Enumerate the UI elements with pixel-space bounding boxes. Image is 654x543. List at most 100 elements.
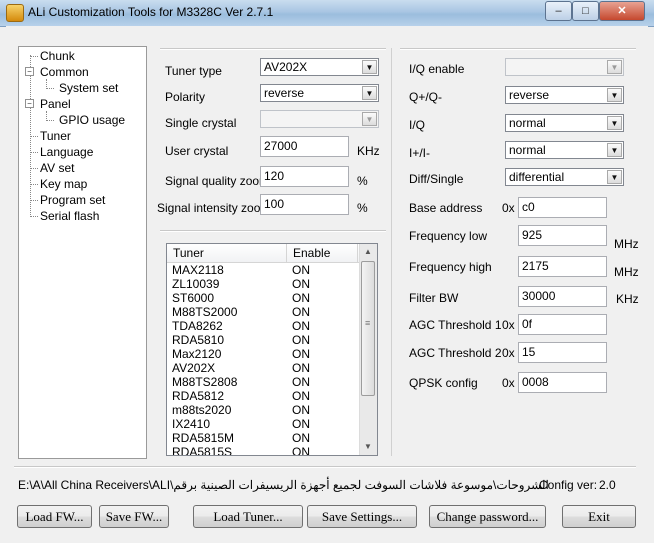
collapse-icon[interactable]: − [25, 67, 34, 76]
collapse-icon[interactable]: − [25, 99, 34, 108]
diff-single-value: differential [509, 170, 565, 184]
tree-item-tuner[interactable]: Tuner [40, 129, 71, 143]
filter-bw-input[interactable]: 30000 [518, 286, 607, 307]
tuner-name-cell: MAX2118 [172, 263, 224, 277]
table-row[interactable]: RDA5815S ON [167, 445, 362, 456]
tree-item-common[interactable]: Common [40, 65, 89, 79]
tuner-enable-cell: ON [292, 319, 310, 333]
config-version-label: Config ver: [539, 478, 598, 492]
tree-item-panel[interactable]: Panel [40, 97, 71, 111]
tuner-enable-cell: ON [292, 333, 310, 347]
i-plus-minus-select[interactable]: normal ▼ [505, 141, 624, 159]
tuner-name-cell: AV202X [172, 361, 216, 375]
close-button[interactable]: ✕ [599, 1, 645, 21]
table-row[interactable]: m88ts2020 ON [167, 403, 362, 417]
tree-item-system-set[interactable]: System set [59, 81, 118, 95]
tree-item-serial-flash[interactable]: Serial flash [40, 209, 99, 223]
frequency-low-input[interactable]: 925 [518, 225, 607, 246]
tree-item-gpio-usage[interactable]: GPIO usage [59, 113, 125, 127]
frequency-low-label: Frequency low [409, 229, 488, 243]
agc-threshold-2-input[interactable]: 15 [518, 342, 607, 363]
i-plus-minus-value: normal [509, 143, 546, 157]
table-row[interactable]: RDA5812 ON [167, 389, 362, 403]
table-row[interactable]: ZL10039 ON [167, 277, 362, 291]
change-password-button[interactable]: Change password... [429, 505, 546, 528]
filter-bw-unit: KHz [616, 292, 639, 306]
table-row[interactable]: ST6000 ON [167, 291, 362, 305]
frequency-high-input[interactable]: 2175 [518, 256, 607, 277]
minimize-button[interactable]: – [545, 1, 572, 21]
dropdown-arrow-icon[interactable]: ▼ [607, 170, 622, 184]
dropdown-arrow-icon[interactable]: ▼ [362, 60, 377, 74]
tuner-enable-cell: ON [292, 375, 310, 389]
tuner-list[interactable]: Tuner Enable MAX2118 ON ZL10039 ON ST6000 ON M… [166, 243, 378, 456]
column-header-tuner[interactable]: Tuner [173, 246, 204, 260]
tree-item-chunk[interactable]: Chunk [40, 49, 75, 63]
tuner-name-cell: M88TS2000 [172, 305, 238, 319]
iq-enable-label: I/Q enable [409, 62, 465, 76]
tree-item-key-map[interactable]: Key map [40, 177, 87, 191]
signal-intensity-zoom-label: Signal intensity zoom [157, 201, 271, 215]
settings-tree[interactable]: Chunk − Common System set − Panel GPIO u… [18, 46, 147, 459]
table-row[interactable]: Max2120 ON [167, 347, 362, 361]
q-plus-minus-select[interactable]: reverse ▼ [505, 86, 624, 104]
agc-threshold-1-input[interactable]: 0f [518, 314, 607, 335]
diff-single-select[interactable]: differential ▼ [505, 168, 624, 186]
user-crystal-input[interactable]: 27000 [260, 136, 349, 157]
maximize-button[interactable]: □ [572, 1, 599, 21]
polarity-select[interactable]: reverse ▼ [260, 84, 379, 102]
agc-threshold-1-prefix: 0x [502, 318, 515, 332]
tuner-enable-cell: ON [292, 431, 310, 445]
dropdown-arrow-icon[interactable]: ▼ [607, 88, 622, 102]
load-tuner-button[interactable]: Load Tuner... [193, 505, 303, 528]
signal-quality-zoom-input[interactable]: 120 [260, 166, 349, 187]
table-row[interactable]: MAX2118 ON [167, 263, 362, 277]
tuner-name-cell: RDA5815S [172, 445, 233, 456]
base-address-input[interactable]: c0 [518, 197, 607, 218]
tuner-name-cell: m88ts2020 [172, 403, 232, 417]
user-crystal-unit: KHz [357, 144, 380, 158]
tuner-name-cell: ST6000 [172, 291, 215, 305]
iq-select[interactable]: normal ▼ [505, 114, 624, 132]
scroll-up-icon[interactable]: ▲ [360, 244, 376, 260]
frequency-high-label: Frequency high [409, 260, 492, 274]
list-header: Tuner Enable [167, 244, 362, 263]
iq-enable-select: ▼ [505, 58, 624, 76]
tree-item-program-set[interactable]: Program set [40, 193, 105, 207]
dropdown-arrow-icon[interactable]: ▼ [607, 116, 622, 130]
title-bar[interactable]: ALi Customization Tools for M3328C Ver 2… [0, 0, 654, 27]
dropdown-arrow-icon[interactable]: ▼ [362, 86, 377, 100]
tree-item-language[interactable]: Language [40, 145, 93, 159]
dropdown-arrow-icon[interactable]: ▼ [607, 143, 622, 157]
qpsk-config-input[interactable]: 0008 [518, 372, 607, 393]
table-row[interactable]: IX2410 ON [167, 417, 362, 431]
tree-item-av-set[interactable]: AV set [40, 161, 74, 175]
table-row[interactable]: TDA8262 ON [167, 319, 362, 333]
firmware-path: E:\A\All China Receivers\ALI\الشروحات\مو… [18, 478, 549, 492]
load-fw-button[interactable]: Load FW... [17, 505, 92, 528]
tuner-name-cell: RDA5812 [172, 389, 225, 403]
scroll-thumb[interactable]: ≡ [361, 261, 375, 396]
tuner-enable-cell: ON [292, 445, 310, 456]
table-row[interactable]: RDA5815M ON [167, 431, 362, 445]
diff-single-label: Diff/Single [409, 172, 464, 186]
table-row[interactable]: M88TS2000 ON [167, 305, 362, 319]
tuner-name-cell: Max2120 [172, 347, 222, 361]
exit-button[interactable]: Exit [562, 505, 636, 528]
save-fw-button[interactable]: Save FW... [99, 505, 169, 528]
tuner-enable-cell: ON [292, 291, 310, 305]
table-row[interactable]: RDA5810 ON [167, 333, 362, 347]
signal-intensity-zoom-input[interactable]: 100 [260, 194, 349, 215]
vertical-scrollbar[interactable]: ▲ ≡ ▼ [359, 244, 377, 455]
column-header-enable[interactable]: Enable [293, 246, 330, 260]
q-plus-minus-label: Q+/Q- [409, 90, 443, 104]
tuner-enable-cell: ON [292, 347, 310, 361]
table-row[interactable]: AV202X ON [167, 361, 362, 375]
tuner-enable-cell: ON [292, 361, 310, 375]
group-separator [160, 48, 386, 50]
group-separator [14, 466, 636, 468]
table-row[interactable]: M88TS2808 ON [167, 375, 362, 389]
scroll-down-icon[interactable]: ▼ [360, 439, 376, 455]
save-settings-button[interactable]: Save Settings... [307, 505, 417, 528]
tuner-type-select[interactable]: AV202X ▼ [260, 58, 379, 76]
